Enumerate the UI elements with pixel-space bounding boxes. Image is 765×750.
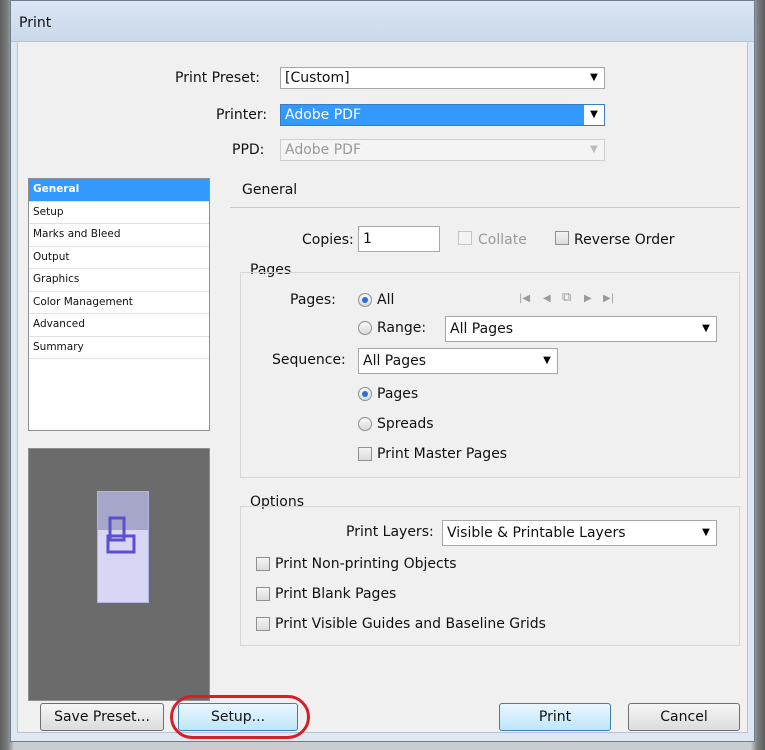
print-preset-label: Print Preset: bbox=[175, 70, 261, 86]
cancel-button[interactable]: Cancel bbox=[628, 703, 740, 731]
range-value: All Pages bbox=[450, 321, 513, 337]
reverse-order-checkbox[interactable] bbox=[555, 231, 569, 245]
save-preset-button[interactable]: Save Preset... bbox=[40, 703, 164, 731]
page-preview bbox=[28, 448, 210, 701]
pages-label: Pages: bbox=[290, 292, 336, 308]
category-general[interactable]: General bbox=[29, 179, 209, 202]
printer-label: Printer: bbox=[216, 107, 268, 123]
print-preset-value: [Custom] bbox=[285, 70, 350, 86]
print-blank-pages-checkbox[interactable] bbox=[256, 587, 270, 601]
chevron-down-icon: ▼ bbox=[584, 140, 604, 160]
category-advanced[interactable]: Advanced bbox=[29, 314, 209, 337]
range-dropdown[interactable]: All Pages ▼ bbox=[445, 316, 717, 342]
print-preset-dropdown[interactable]: [Custom] ▼ bbox=[280, 67, 605, 89]
title-bar: Print bbox=[11, 1, 754, 42]
red-highlight-annotation bbox=[170, 695, 310, 739]
print-non-printing-objects-checkbox[interactable] bbox=[256, 557, 270, 571]
last-page-icon[interactable]: ▶| bbox=[603, 293, 614, 304]
sequence-spreads-label: Spreads bbox=[377, 416, 434, 432]
collate-label: Collate bbox=[478, 232, 527, 248]
category-output[interactable]: Output bbox=[29, 247, 209, 269]
printer-dropdown[interactable]: Adobe PDF ▼ bbox=[280, 104, 605, 126]
category-summary[interactable]: Summary bbox=[29, 337, 209, 359]
chevron-down-icon: ▼ bbox=[696, 521, 716, 545]
category-setup[interactable]: Setup bbox=[29, 202, 209, 224]
print-button[interactable]: Print bbox=[499, 703, 611, 731]
ppd-value: Adobe PDF bbox=[285, 142, 362, 158]
ppd-dropdown: Adobe PDF ▼ bbox=[280, 139, 605, 161]
sequence-dropdown[interactable]: All Pages ▼ bbox=[358, 348, 558, 374]
window-title: Print bbox=[19, 15, 52, 31]
chevron-down-icon: ▼ bbox=[537, 349, 557, 373]
sequence-pages-label: Pages bbox=[377, 386, 419, 402]
pages-all-label: All bbox=[377, 292, 395, 308]
category-marks-and-bleed[interactable]: Marks and Bleed bbox=[29, 224, 209, 247]
print-layers-label: Print Layers: bbox=[346, 524, 434, 540]
spread-page-icon[interactable]: ⧉ bbox=[562, 290, 571, 305]
sequence-label: Sequence: bbox=[272, 352, 346, 368]
sequence-value: All Pages bbox=[363, 353, 426, 369]
copies-label: Copies: bbox=[302, 232, 354, 248]
next-page-icon[interactable]: ▶ bbox=[584, 293, 592, 304]
section-heading-general: General bbox=[242, 182, 298, 198]
collate-checkbox[interactable] bbox=[458, 231, 472, 245]
category-list: General Setup Marks and Bleed Output Gra… bbox=[28, 178, 210, 431]
copies-input[interactable]: 1 bbox=[358, 226, 440, 252]
print-layers-value: Visible & Printable Layers bbox=[447, 525, 626, 541]
print-visible-guides-label: Print Visible Guides and Baseline Grids bbox=[275, 616, 546, 632]
print-layers-dropdown[interactable]: Visible & Printable Layers ▼ bbox=[442, 520, 717, 546]
ppd-label: PPD: bbox=[232, 142, 265, 158]
chevron-down-icon: ▼ bbox=[584, 105, 604, 125]
first-page-icon[interactable]: |◀ bbox=[519, 293, 530, 304]
print-master-pages-checkbox[interactable] bbox=[358, 447, 372, 461]
preview-glyph-icon bbox=[106, 516, 136, 554]
reverse-order-label: Reverse Order bbox=[574, 232, 675, 248]
category-graphics[interactable]: Graphics bbox=[29, 269, 209, 292]
chevron-down-icon: ▼ bbox=[584, 68, 604, 88]
pages-all-radio[interactable] bbox=[358, 293, 372, 307]
sequence-pages-radio[interactable] bbox=[358, 387, 372, 401]
category-color-management[interactable]: Color Management bbox=[29, 292, 209, 314]
print-blank-pages-label: Print Blank Pages bbox=[275, 586, 397, 602]
range-label: Range: bbox=[377, 320, 427, 336]
chevron-down-icon: ▼ bbox=[696, 317, 716, 341]
print-visible-guides-checkbox[interactable] bbox=[256, 617, 270, 631]
print-master-pages-label: Print Master Pages bbox=[377, 446, 508, 462]
previous-page-icon[interactable]: ◀ bbox=[543, 293, 551, 304]
sequence-spreads-radio[interactable] bbox=[358, 417, 372, 431]
pages-range-radio[interactable] bbox=[358, 321, 372, 335]
print-non-printing-objects-label: Print Non-printing Objects bbox=[275, 556, 457, 572]
printer-value: Adobe PDF bbox=[285, 107, 362, 123]
page-thumbnail bbox=[97, 491, 149, 603]
